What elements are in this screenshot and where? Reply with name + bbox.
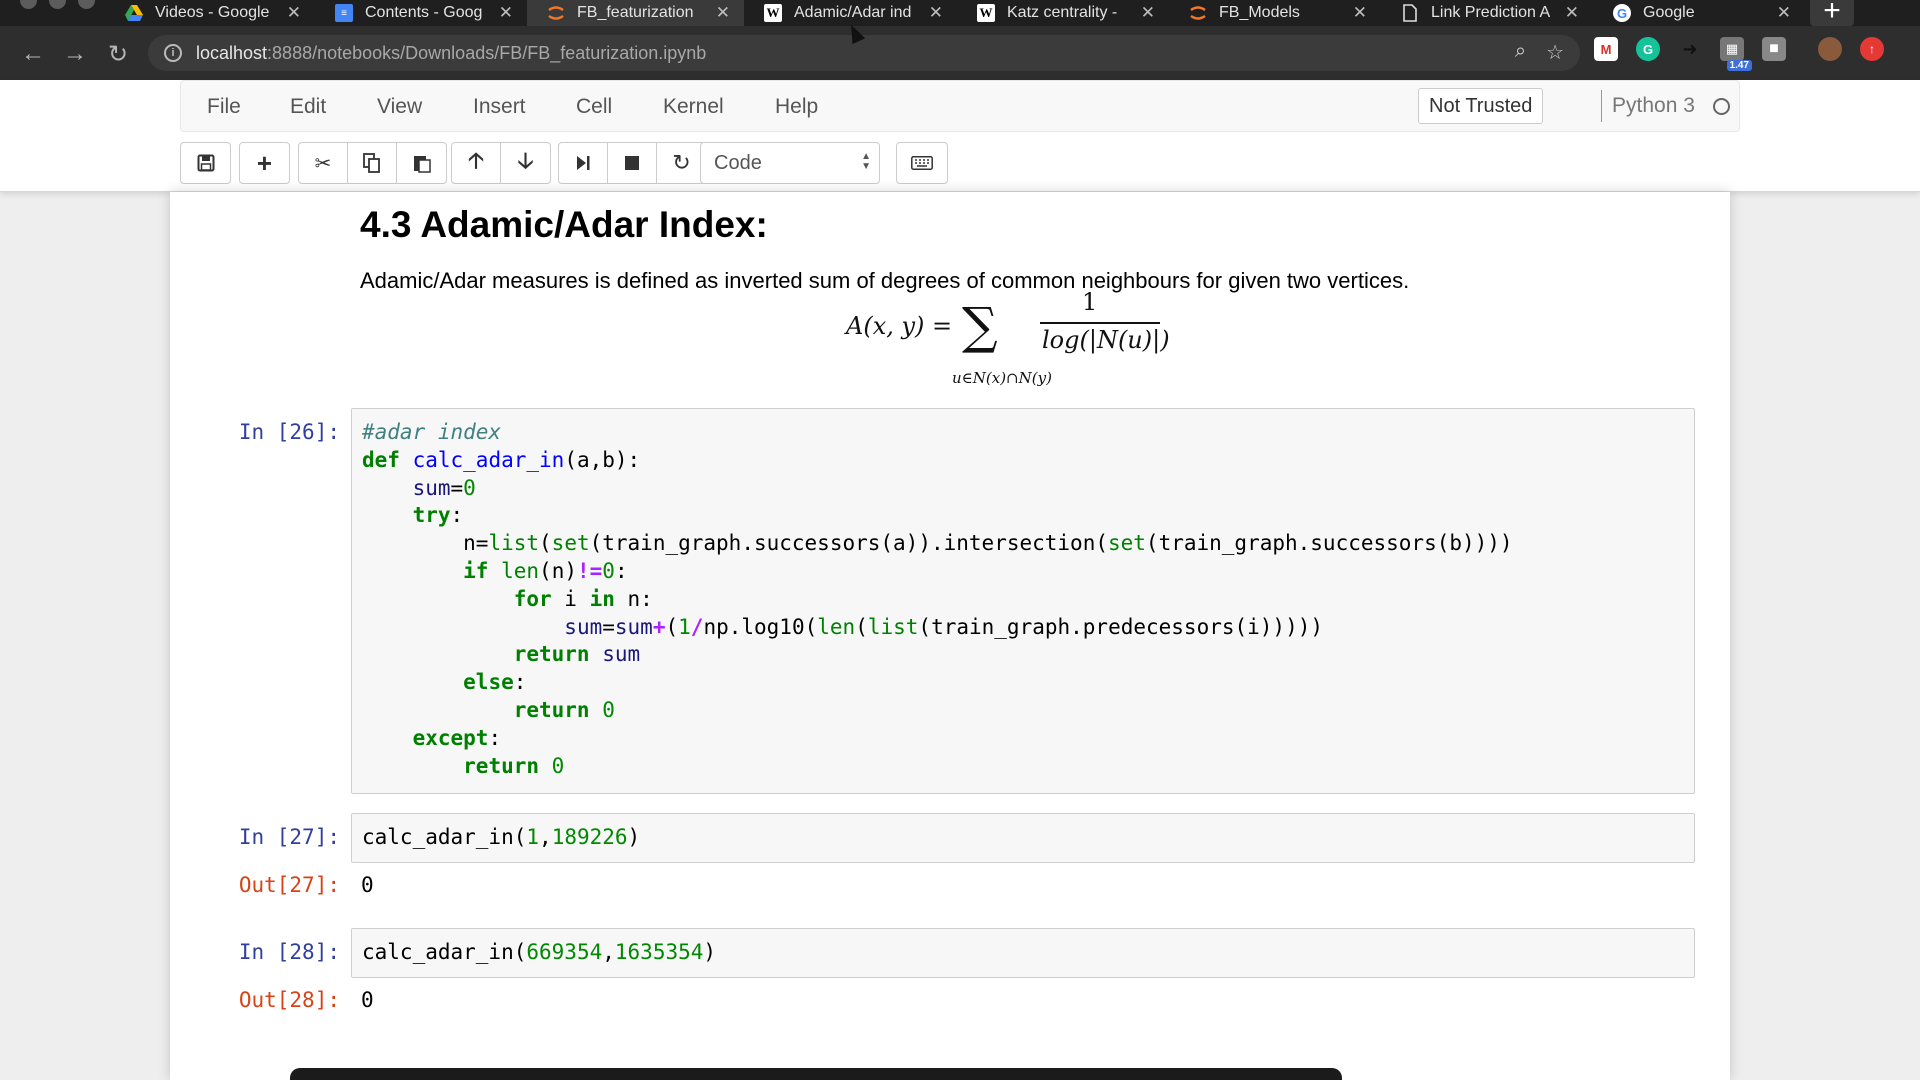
kernel-divider — [1601, 90, 1602, 122]
browser-tab[interactable]: W Adamic/Adar ind ✕ — [744, 0, 957, 26]
restart-kernel-icon[interactable]: ↻ — [657, 143, 706, 183]
window-minimize-icon[interactable] — [49, 0, 66, 9]
section-description: Adamic/Adar measures is defined as inver… — [360, 268, 1410, 293]
wikipedia-icon: W — [977, 4, 995, 22]
menu-insert[interactable]: Insert — [473, 95, 526, 119]
cell-input-prompt: In [27]: — [238, 825, 340, 849]
select-arrows-icon: ▲ ▼ — [861, 151, 871, 172]
browser-address-bar: ← → ↻ i localhost:8888/notebooks/Downloa… — [0, 26, 1920, 80]
gmail-extension-icon[interactable]: M — [1594, 37, 1618, 61]
menu-kernel[interactable]: Kernel — [663, 95, 724, 119]
toolbar-group-edit: ✂ — [298, 142, 447, 184]
new-tab-button[interactable]: + — [1810, 0, 1854, 27]
arrow-extension-icon[interactable]: ➜ — [1678, 37, 1702, 61]
browser-tab[interactable]: ≡ Contents - Goog ✕ — [315, 0, 527, 26]
move-down-icon[interactable]: 🡣 — [501, 143, 550, 183]
run-icon[interactable] — [559, 143, 608, 183]
google-drive-icon — [125, 4, 143, 22]
cell-output-prompt: Out[27]: — [238, 873, 340, 897]
url-input[interactable]: i localhost:8888/notebooks/Downloads/FB/… — [148, 35, 1580, 71]
browser-tab[interactable]: G Google ✕ — [1593, 0, 1805, 26]
cell-input-prompt: In [28]: — [238, 940, 340, 964]
move-up-icon[interactable]: 🡡 — [452, 143, 501, 183]
extension-icon[interactable]: ▦ 1.47 — [1720, 37, 1752, 71]
menu-help[interactable]: Help — [775, 95, 818, 119]
paste-icon[interactable] — [397, 143, 446, 183]
tab-close-icon[interactable]: ✕ — [1565, 3, 1579, 23]
bookmark-star-icon[interactable]: ☆ — [1546, 40, 1564, 65]
cell-output-prompt: Out[28]: — [238, 988, 340, 1012]
jupyter-header: File Edit View Insert Cell Kernel Help N… — [0, 80, 1920, 192]
cell-input-prompt: In [26]: — [238, 420, 340, 444]
menu-file[interactable]: File — [207, 95, 241, 119]
forward-icon[interactable]: → — [60, 40, 90, 68]
reload-icon[interactable]: ↻ — [103, 40, 133, 69]
profile-avatar[interactable] — [1818, 37, 1842, 61]
wikipedia-icon: W — [764, 4, 782, 22]
cell-output: 0 — [361, 988, 374, 1012]
code-cell-editor[interactable]: #adar index def calc_adar_in(a,b): sum=0… — [351, 408, 1695, 794]
cell-output: 0 — [361, 873, 374, 897]
update-icon[interactable]: ↑ — [1860, 37, 1884, 61]
toolbar-group-run: ↻ — [558, 142, 707, 184]
code-cell-editor[interactable]: calc_adar_in(669354,1635354) — [351, 928, 1695, 978]
tab-close-icon[interactable]: ✕ — [499, 3, 513, 23]
toolbar-group-insert: + — [239, 142, 290, 184]
window-maximize-icon[interactable] — [78, 0, 95, 9]
code-call-2: calc_adar_in(669354,1635354) — [362, 940, 717, 964]
site-info-icon[interactable]: i — [164, 44, 182, 62]
url-host: localhost — [196, 42, 268, 63]
cell-type-select[interactable]: Code ▲ ▼ — [700, 142, 880, 184]
window-close-icon[interactable] — [20, 0, 37, 9]
document-icon — [1401, 4, 1419, 22]
browser-tab[interactable]: FB_Models ✕ — [1169, 0, 1381, 26]
puzzle-extension-icon[interactable]: ■ — [1762, 37, 1786, 61]
code-cell-editor[interactable]: calc_adar_in(1,189226) — [351, 813, 1695, 863]
tab-close-icon[interactable]: ✕ — [1353, 3, 1367, 23]
jupyter-icon — [1189, 4, 1207, 22]
not-trusted-button[interactable]: Not Trusted — [1418, 88, 1544, 124]
toolbar-group-save — [180, 142, 231, 184]
code-adar-index-function: #adar index def calc_adar_in(a,b): sum=0… — [362, 420, 1513, 778]
browser-tab[interactable]: Videos - Google ✕ — [105, 0, 315, 26]
tab-close-icon[interactable]: ✕ — [1141, 3, 1155, 23]
browser-tab[interactable]: W Katz centrality - ✕ — [957, 0, 1169, 26]
save-icon[interactable] — [181, 143, 230, 183]
cut-icon[interactable]: ✂ — [299, 143, 348, 183]
code-call-1: calc_adar_in(1,189226) — [362, 825, 641, 849]
tab-close-icon[interactable]: ✕ — [716, 3, 730, 23]
url-path: :8888/notebooks/Downloads/FB/FB_featuriz… — [267, 42, 707, 63]
kernel-idle-indicator-icon — [1713, 98, 1730, 115]
adamic-adar-formula: A(x, y) = ∑ u∈N(x)∩N(y) 1 log(|N(u)|) — [846, 288, 1170, 387]
browser-tab-strip: Videos - Google ✕ ≡ Contents - Goog ✕ FB… — [0, 0, 1920, 27]
back-icon[interactable]: ← — [18, 40, 48, 68]
insert-cell-below-icon[interactable]: + — [240, 143, 289, 183]
screen-recorder-bar — [290, 1068, 1342, 1080]
kernel-name: Python 3 — [1612, 94, 1695, 117]
zoom-icon[interactable]: ⌕ — [1515, 40, 1526, 65]
grammarly-extension-icon[interactable]: G — [1636, 37, 1660, 61]
tab-close-icon[interactable]: ✕ — [1777, 3, 1791, 23]
browser-tab-active[interactable]: FB_featurization ✕ — [527, 0, 744, 26]
jupyter-icon — [547, 4, 565, 22]
tab-close-icon[interactable]: ✕ — [287, 3, 301, 23]
toolbar-group-move: 🡡 🡣 — [451, 142, 551, 184]
notebook-container: 4.3 Adamic/Adar Index: Adamic/Adar measu… — [170, 192, 1730, 1080]
tab-close-icon[interactable]: ✕ — [929, 3, 943, 23]
browser-tab[interactable]: Link Prediction A ✕ — [1381, 0, 1593, 26]
menu-edit[interactable]: Edit — [290, 95, 326, 119]
section-heading: 4.3 Adamic/Adar Index: — [360, 204, 768, 245]
keyboard-shortcuts-icon[interactable] — [896, 142, 948, 184]
copy-icon[interactable] — [348, 143, 397, 183]
google-docs-icon: ≡ — [335, 4, 353, 22]
menu-view[interactable]: View — [377, 95, 422, 119]
interrupt-kernel-icon[interactable] — [608, 143, 657, 183]
google-icon: G — [1613, 4, 1631, 22]
menu-cell[interactable]: Cell — [576, 95, 612, 119]
